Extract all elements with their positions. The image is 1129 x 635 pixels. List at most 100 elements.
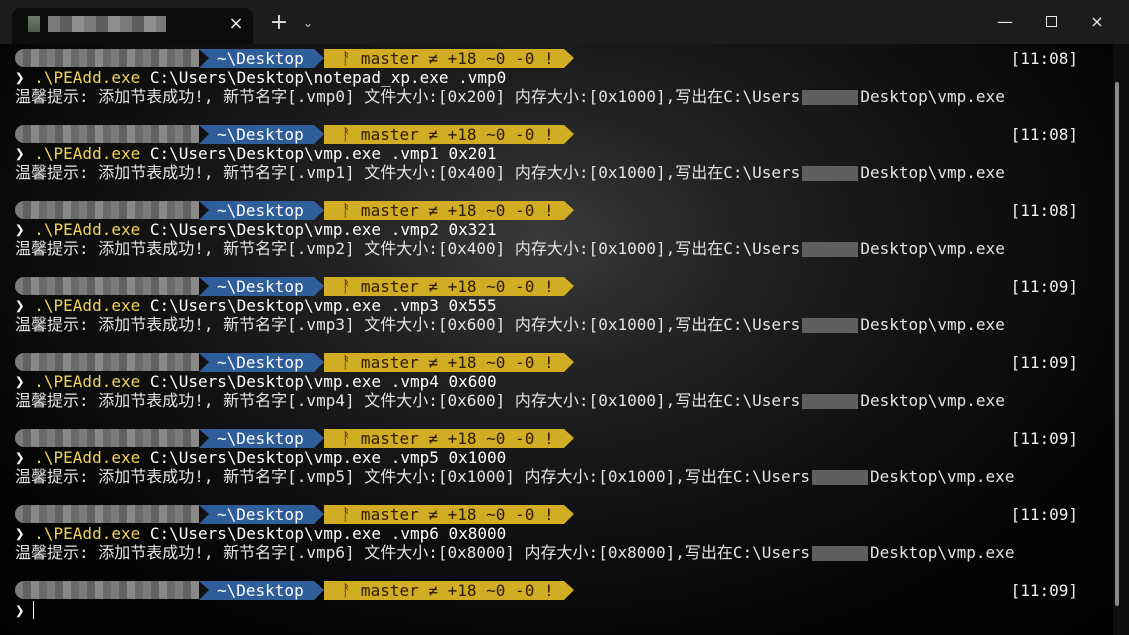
- terminal-block: ~\Desktop ᚨ master ≠ +18 ~0 -0 ! [11:09] ❯ …: [0, 500, 1113, 576]
- command-arguments: C:\Users\Desktop\vmp.exe .vmp1 0x201: [149, 144, 497, 163]
- redacted-username: [802, 394, 859, 409]
- terminal-block: ~\Desktop ᚨ master ≠ +18 ~0 -0 ! [11:09] ❯ …: [0, 424, 1113, 500]
- terminal-block: ~\Desktop ᚨ master ≠ +18 ~0 -0 ! [11:08] ❯ …: [0, 120, 1113, 196]
- git-status-segment: ᚨ master ≠ +18 ~0 -0 !: [323, 201, 574, 220]
- prompt-line: ~\Desktop ᚨ master ≠ +18 ~0 -0 !: [15, 353, 574, 372]
- command-executable: .\PEAdd.exe: [34, 68, 141, 87]
- git-status-segment: ᚨ master ≠ +18 ~0 -0 !: [323, 125, 574, 144]
- timestamp: [11:08]: [1010, 125, 1078, 144]
- prompt-line: ~\Desktop ᚨ master ≠ +18 ~0 -0 !: [15, 125, 574, 144]
- terminal-block: ~\Desktop ᚨ master ≠ +18 ~0 -0 ! [11:09] ❯ …: [0, 348, 1113, 424]
- redacted-user-segment: [15, 353, 199, 371]
- command-output: 温馨提示: 添加节表成功!, 新节名字[.vmp1] 文件大小:[0x400] …: [15, 163, 1005, 182]
- command-executable: .\PEAdd.exe: [34, 296, 141, 315]
- command-arguments: C:\Users\Desktop\notepad_xp.exe .vmp0: [149, 68, 507, 87]
- output-text-after-mask: Desktop\vmp.exe: [860, 391, 1005, 410]
- prompt-line: ~\Desktop ᚨ master ≠ +18 ~0 -0 !: [15, 49, 574, 68]
- command-line: ❯ .\PEAdd.exe C:\Users\Desktop\notepad_x…: [15, 68, 506, 87]
- command-output: 温馨提示: 添加节表成功!, 新节名字[.vmp3] 文件大小:[0x600] …: [15, 315, 1005, 334]
- command-line: ❯ .\PEAdd.exe C:\Users\Desktop\vmp.exe .…: [15, 144, 497, 163]
- input-prompt[interactable]: ❯: [15, 601, 34, 620]
- output-text-before-mask: 温馨提示: 添加节表成功!, 新节名字[.vmp5] 文件大小:[0x1000]…: [15, 467, 810, 486]
- redacted-username: [802, 242, 859, 257]
- timestamp: [11:09]: [1010, 277, 1078, 296]
- prompt-arrow: ❯: [15, 448, 35, 467]
- terminal-tab[interactable]: ×: [12, 8, 253, 44]
- path-segment: ~\Desktop: [199, 277, 324, 296]
- maximize-button[interactable]: [1036, 10, 1066, 34]
- redacted-username: [802, 90, 859, 105]
- command-arguments: C:\Users\Desktop\vmp.exe .vmp4 0x600: [149, 372, 497, 391]
- path-segment: ~\Desktop: [199, 353, 324, 372]
- prompt-line: ~\Desktop ᚨ master ≠ +18 ~0 -0 !: [15, 505, 574, 524]
- title-bar: × + ⌄ — ×: [0, 0, 1129, 44]
- git-status-segment: ᚨ master ≠ +18 ~0 -0 !: [323, 505, 574, 524]
- redacted-user-segment: [15, 125, 199, 143]
- command-executable: .\PEAdd.exe: [34, 144, 141, 163]
- git-status-segment: ᚨ master ≠ +18 ~0 -0 !: [323, 353, 574, 372]
- redacted-user-segment: [15, 429, 199, 447]
- text-cursor: [32, 601, 34, 619]
- output-text-after-mask: Desktop\vmp.exe: [869, 543, 1015, 562]
- timestamp: [11:08]: [1010, 49, 1078, 68]
- maximize-icon: [1045, 16, 1057, 27]
- terminal-block: ~\Desktop ᚨ master ≠ +18 ~0 -0 ! [11:09] ❯ …: [0, 272, 1113, 348]
- command-line: ❯ .\PEAdd.exe C:\Users\Desktop\vmp.exe .…: [15, 524, 506, 543]
- redacted-tab-title: [48, 16, 166, 32]
- output-text-after-mask: Desktop\vmp.exe: [860, 163, 1005, 182]
- redacted-user-segment: [15, 505, 199, 523]
- prompt-arrow: ❯: [15, 68, 35, 87]
- output-text-after-mask: Desktop\vmp.exe: [860, 87, 1005, 106]
- output-text-before-mask: 温馨提示: 添加节表成功!, 新节名字[.vmp2] 文件大小:[0x400] …: [15, 239, 801, 258]
- prompt-line: ~\Desktop ᚨ master ≠ +18 ~0 -0 !: [15, 581, 574, 600]
- redacted-username: [811, 546, 868, 561]
- command-output: 温馨提示: 添加节表成功!, 新节名字[.vmp6] 文件大小:[0x8000]…: [15, 543, 1014, 562]
- timestamp: [11:09]: [1010, 581, 1078, 600]
- minimize-button[interactable]: —: [990, 10, 1020, 34]
- close-window-button[interactable]: ×: [1082, 10, 1112, 34]
- timestamp: [11:09]: [1010, 429, 1078, 448]
- git-status-segment: ᚨ master ≠ +18 ~0 -0 !: [323, 581, 574, 600]
- command-arguments: C:\Users\Desktop\vmp.exe .vmp6 0x8000: [149, 524, 507, 543]
- output-text-before-mask: 温馨提示: 添加节表成功!, 新节名字[.vmp4] 文件大小:[0x600] …: [15, 391, 801, 410]
- path-segment: ~\Desktop: [199, 581, 324, 600]
- terminal-output[interactable]: ~\Desktop ᚨ master ≠ +18 ~0 -0 ! [11:08] ❯ …: [0, 44, 1113, 635]
- output-text-after-mask: Desktop\vmp.exe: [860, 315, 1005, 334]
- path-segment: ~\Desktop: [199, 49, 324, 68]
- command-line: ❯ .\PEAdd.exe C:\Users\Desktop\vmp.exe .…: [15, 296, 497, 315]
- input-prompt-arrow: ❯: [15, 601, 25, 620]
- prompt-line: ~\Desktop ᚨ master ≠ +18 ~0 -0 !: [15, 429, 574, 448]
- redacted-user-segment: [15, 49, 199, 67]
- command-output: 温馨提示: 添加节表成功!, 新节名字[.vmp4] 文件大小:[0x600] …: [15, 391, 1005, 410]
- redacted-username: [802, 318, 859, 333]
- timestamp: [11:09]: [1010, 353, 1078, 372]
- redacted-username: [811, 470, 868, 485]
- output-text-before-mask: 温馨提示: 添加节表成功!, 新节名字[.vmp1] 文件大小:[0x400] …: [15, 163, 801, 182]
- path-segment: ~\Desktop: [199, 429, 324, 448]
- terminal-block: ~\Desktop ᚨ master ≠ +18 ~0 -0 ! [11:08] ❯ …: [0, 44, 1113, 120]
- command-line: ❯ .\PEAdd.exe C:\Users\Desktop\vmp.exe .…: [15, 220, 497, 239]
- command-line: ❯ .\PEAdd.exe C:\Users\Desktop\vmp.exe .…: [15, 372, 497, 391]
- command-output: 温馨提示: 添加节表成功!, 新节名字[.vmp5] 文件大小:[0x1000]…: [15, 467, 1014, 486]
- tab-close-icon[interactable]: ×: [226, 14, 246, 34]
- prompt-arrow: ❯: [15, 524, 35, 543]
- command-line: ❯ .\PEAdd.exe C:\Users\Desktop\vmp.exe .…: [15, 448, 506, 467]
- terminal-block: ~\Desktop ᚨ master ≠ +18 ~0 -0 ! [11:09]: [0, 576, 1113, 635]
- command-executable: .\PEAdd.exe: [34, 448, 141, 467]
- new-tab-button[interactable]: +: [268, 12, 290, 34]
- command-arguments: C:\Users\Desktop\vmp.exe .vmp2 0x321: [149, 220, 497, 239]
- command-output: 温馨提示: 添加节表成功!, 新节名字[.vmp0] 文件大小:[0x200] …: [15, 87, 1005, 106]
- prompt-arrow: ❯: [15, 144, 35, 163]
- command-executable: .\PEAdd.exe: [34, 220, 141, 239]
- prompt-line: ~\Desktop ᚨ master ≠ +18 ~0 -0 !: [15, 277, 574, 296]
- redacted-username: [802, 166, 859, 181]
- path-segment: ~\Desktop: [199, 201, 324, 220]
- redacted-user-segment: [15, 277, 199, 295]
- redacted-user-segment: [15, 201, 199, 219]
- git-status-segment: ᚨ master ≠ +18 ~0 -0 !: [323, 49, 574, 68]
- scroll-thumb[interactable]: [1115, 82, 1119, 606]
- command-executable: .\PEAdd.exe: [34, 524, 141, 543]
- tab-dropdown-icon[interactable]: ⌄: [300, 14, 316, 32]
- path-segment: ~\Desktop: [199, 125, 324, 144]
- output-text-before-mask: 温馨提示: 添加节表成功!, 新节名字[.vmp6] 文件大小:[0x8000]…: [15, 543, 810, 562]
